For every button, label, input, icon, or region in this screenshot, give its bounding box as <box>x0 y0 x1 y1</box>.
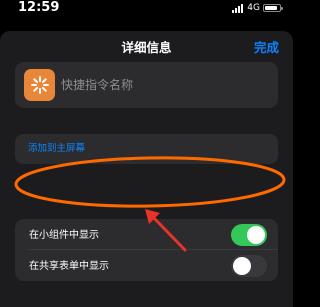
share-sheet-toggle-switch[interactable] <box>231 255 267 277</box>
page-title: 详细信息 <box>121 40 172 55</box>
shortcut-name-card: 快捷指令名称 <box>15 62 278 108</box>
toggle-label-share-sheet: 在共享表单中显示 <box>29 261 109 272</box>
network-label: 4G <box>247 3 260 13</box>
battery-icon <box>263 4 283 12</box>
done-button[interactable]: 完成 <box>254 40 279 56</box>
toggles-card: 在小组件中显示 在共享表单中显示 <box>15 219 278 281</box>
add-to-home-screen-button[interactable]: 添加到主屏幕 <box>15 134 278 164</box>
add-to-home-screen-label: 添加到主屏幕 <box>28 143 86 154</box>
shortcut-name-input[interactable]: 快捷指令名称 <box>61 77 133 93</box>
status-bar: 12:59 4G <box>0 0 293 20</box>
shortcut-sparkle-icon[interactable] <box>24 69 55 101</box>
toggle-row-widget: 在小组件中显示 <box>15 219 278 250</box>
toggle-label-widget: 在小组件中显示 <box>29 230 99 241</box>
toggle-row-share-sheet: 在共享表单中显示 <box>15 250 278 281</box>
status-time: 12:59 <box>18 0 60 15</box>
widget-toggle-switch[interactable] <box>231 224 267 246</box>
signal-icon <box>232 3 244 13</box>
status-indicators: 4G <box>232 2 283 14</box>
